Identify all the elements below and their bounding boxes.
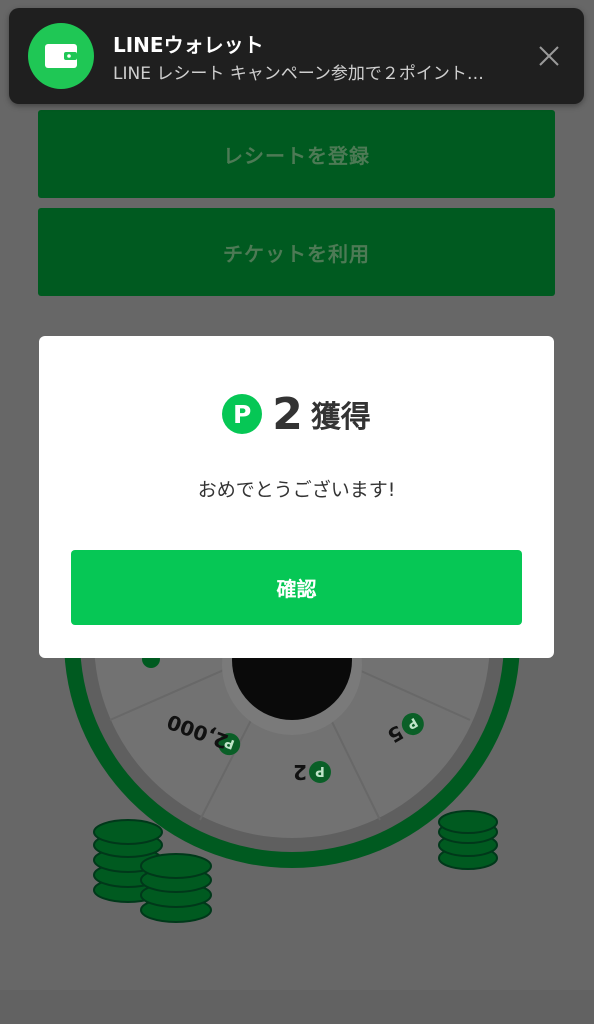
wallet-icon bbox=[28, 23, 94, 89]
confirm-button[interactable]: 確認 bbox=[71, 550, 522, 625]
confirm-button-label: 確認 bbox=[276, 579, 317, 601]
notification-banner[interactable]: LINEウォレット LINE レシート キャンペーン参加で２ポイント… bbox=[9, 8, 584, 104]
congratulations-message: おめでとうございます! bbox=[197, 479, 396, 501]
notification-body: LINE レシート キャンペーン参加で２ポイント… bbox=[113, 64, 484, 84]
coin-stack-right bbox=[438, 810, 498, 870]
roulette-label-2: 2 bbox=[293, 760, 307, 784]
point-icon-letter: P bbox=[233, 399, 252, 429]
close-icon[interactable] bbox=[537, 44, 561, 68]
reward-dialog: P 2 獲得 おめでとうございます! 確認 bbox=[39, 336, 554, 658]
roulette-icon-letter: P bbox=[315, 763, 325, 778]
reward-amount: 2 bbox=[272, 388, 303, 440]
point-icon: P bbox=[222, 394, 263, 434]
notification-title: LINEウォレット bbox=[113, 33, 264, 57]
reward-suffix: 獲得 bbox=[310, 400, 371, 435]
reward-summary: P 2 獲得 bbox=[39, 386, 554, 442]
